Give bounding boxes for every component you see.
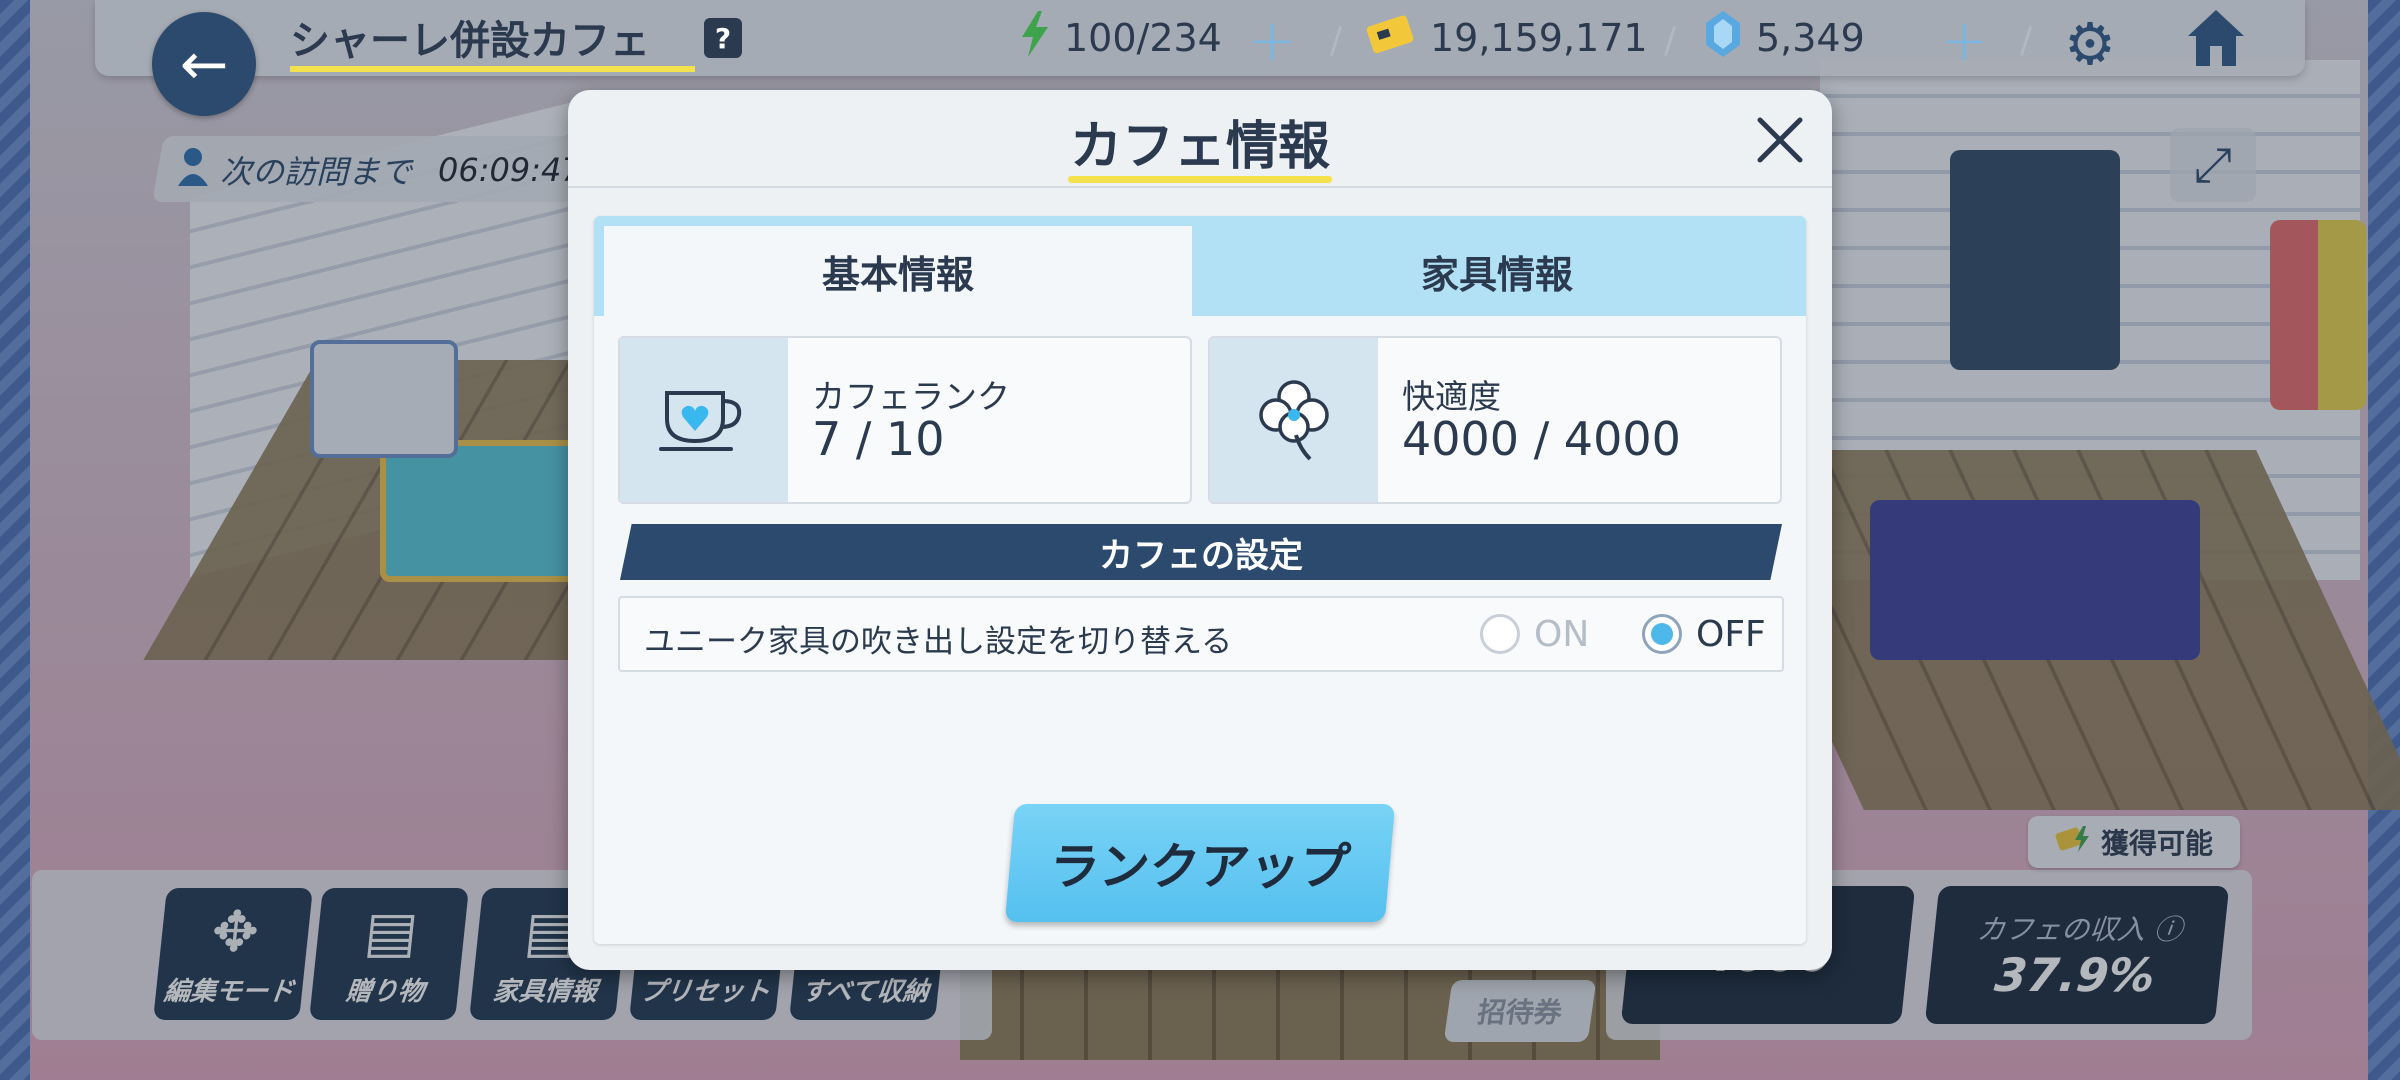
tab-bar: 基本情報 家具情報 xyxy=(594,216,1806,316)
cafe-settings-header: カフェの設定 xyxy=(620,524,1782,580)
separator: / xyxy=(1330,20,1343,61)
cafe-rank-label: カフェランク xyxy=(812,377,1010,416)
title-divider xyxy=(568,186,1832,188)
back-arrow-icon: ← xyxy=(179,30,229,98)
option-on-radio[interactable]: ON xyxy=(1480,610,1589,658)
option-on-label: ON xyxy=(1534,613,1590,655)
credits-value: 19,159,171 xyxy=(1430,16,1648,60)
ap-counter: 100/234 xyxy=(1020,10,1222,66)
option-off-radio[interactable]: OFF xyxy=(1642,610,1766,658)
comfort-value: 4000 / 4000 xyxy=(1402,412,1681,466)
dialog-title: カフェ情報 xyxy=(1069,117,1330,177)
title-underline xyxy=(1068,176,1332,183)
home-icon[interactable] xyxy=(2184,6,2248,74)
cafe-info-dialog: カフェ情報 基本情報 家具情報 カフェランク 7 / 10 快適度 4000 /… xyxy=(568,90,1832,970)
pyroxene-icon xyxy=(1704,10,1742,66)
option-off-label: OFF xyxy=(1696,613,1766,655)
comfort-label: 快適度 xyxy=(1402,377,1501,416)
teacup-heart-icon xyxy=(620,338,788,502)
pyroxene-counter: 5,349 xyxy=(1704,10,1865,66)
cafe-name-underline xyxy=(290,66,695,72)
tab-basic-info[interactable]: 基本情報 xyxy=(604,226,1192,316)
credits-counter: 19,159,171 xyxy=(1366,12,1648,64)
cafe-rank-card: カフェランク 7 / 10 xyxy=(618,336,1192,504)
bubble-setting-label: ユニーク家具の吹き出し設定を切り替える xyxy=(644,624,1233,660)
credit-card-icon xyxy=(1366,14,1416,63)
pyroxene-value: 5,349 xyxy=(1756,16,1865,60)
pyroxene-plus-icon[interactable]: + xyxy=(1940,6,1989,74)
bubble-setting-row: ユニーク家具の吹き出し設定を切り替える ON OFF xyxy=(618,596,1784,672)
radio-circle-off-selected xyxy=(1642,614,1682,654)
ap-value: 100/234 xyxy=(1064,16,1222,60)
rank-up-button[interactable]: ランクアップ xyxy=(1004,804,1396,922)
back-button[interactable]: ← xyxy=(152,12,256,116)
close-icon[interactable] xyxy=(1748,108,1812,172)
separator: / xyxy=(1664,20,1677,61)
clover-icon xyxy=(1210,338,1378,502)
cafe-name: シャーレ併設カフェ xyxy=(290,18,650,64)
separator: / xyxy=(2020,20,2033,61)
ap-bolt-icon xyxy=(1020,10,1050,66)
cafe-rank-value: 7 / 10 xyxy=(812,412,945,466)
tab-furniture-info[interactable]: 家具情報 xyxy=(1194,226,1800,316)
dialog-body: 基本情報 家具情報 カフェランク 7 / 10 快適度 4000 / 4000 … xyxy=(594,216,1806,944)
ap-plus-icon[interactable]: + xyxy=(1248,6,1297,74)
radio-circle-on xyxy=(1480,614,1520,654)
help-icon[interactable]: ? xyxy=(704,18,742,58)
comfort-card: 快適度 4000 / 4000 xyxy=(1208,336,1782,504)
gear-icon[interactable]: ⚙ xyxy=(2064,10,2116,78)
